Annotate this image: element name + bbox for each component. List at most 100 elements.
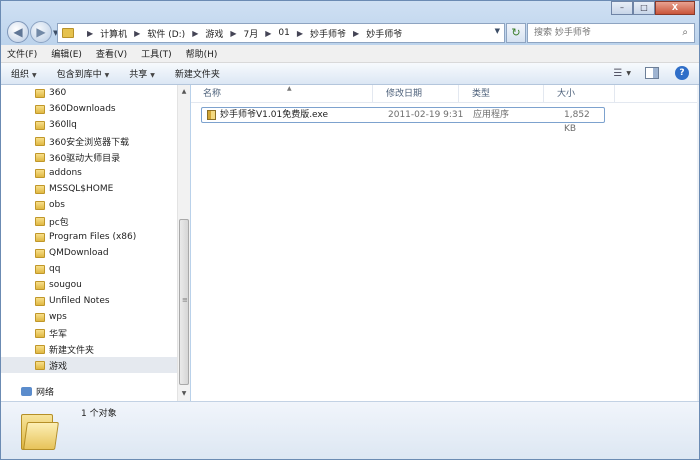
address-bar[interactable]: ▶ 计算机 ▶ 软件 (D:) ▶ 游戏 ▶ 7月 ▶ 01 ▶ 妙手师爷 ▶ …	[57, 23, 505, 43]
chevron-right-icon[interactable]: ▶	[134, 29, 140, 38]
scroll-up-icon[interactable]: ▲	[178, 85, 190, 99]
share-button[interactable]: 共享 ▼	[129, 67, 155, 80]
chevron-right-icon[interactable]: ▶	[265, 29, 271, 38]
breadcrumb-item[interactable]: 妙手师爷	[366, 27, 402, 40]
search-input[interactable]	[528, 24, 668, 42]
breadcrumb-item[interactable]: 游戏	[205, 27, 223, 40]
sidebar-item[interactable]: MSSQL$HOME	[1, 181, 177, 197]
file-row[interactable]: 妙手师爷V1.01免费版.exe 2011-02-19 9:31 应用程序 1,…	[201, 107, 605, 134]
sidebar-item[interactable]: 360	[1, 85, 177, 101]
column-header-type[interactable]: 类型	[460, 85, 544, 103]
column-header-date[interactable]: 修改日期	[374, 85, 459, 103]
column-header-size[interactable]: 大小	[545, 85, 615, 103]
breadcrumb-item[interactable]: 01	[278, 28, 289, 38]
sidebar-item[interactable]: 新建文件夹	[1, 341, 177, 357]
folder-icon	[35, 152, 45, 162]
chevron-down-icon: ▼	[32, 72, 37, 79]
folder-icon	[35, 120, 45, 130]
sidebar-item[interactable]: 360Downloads	[1, 101, 177, 117]
new-folder-button[interactable]: 新建文件夹	[175, 67, 220, 80]
breadcrumb-item[interactable]: 软件 (D:)	[147, 27, 185, 40]
sidebar-item[interactable]: Unfiled Notes	[1, 293, 177, 309]
sidebar-item-label: 360llq	[49, 120, 77, 130]
navigation-scrollbar[interactable]: ▲ ≡ ▼	[177, 85, 190, 401]
sidebar-item[interactable]: Program Files (x86)	[1, 229, 177, 245]
view-options-dropdown[interactable]: ▼	[626, 70, 631, 77]
forward-button[interactable]: ▶	[30, 21, 52, 43]
item-count: 1 个对象	[81, 409, 117, 419]
sidebar-item[interactable]: qq	[1, 261, 177, 277]
sidebar-item[interactable]: 360驱动大师目录	[1, 149, 177, 165]
chevron-right-icon[interactable]: ▶	[297, 29, 303, 38]
breadcrumb-item[interactable]: 妙手师爷	[310, 27, 346, 40]
sidebar-item[interactable]: QMDownload	[1, 245, 177, 261]
maximize-button[interactable]: □	[633, 1, 655, 15]
sidebar-item-label: pc包	[49, 217, 69, 228]
folder-tree: 360 360Downloads 360llq 360安全浏览器下载 360驱动…	[1, 85, 177, 399]
folder-icon	[62, 28, 74, 38]
breadcrumb-item[interactable]: 7月	[244, 27, 259, 40]
sidebar-item[interactable]: sougou	[1, 277, 177, 293]
search-box[interactable]: ⌕	[527, 23, 695, 43]
sidebar-item[interactable]: wps	[1, 309, 177, 325]
sidebar-item-label: addons	[49, 168, 82, 178]
folder-icon	[35, 328, 45, 338]
change-view-icon[interactable]: ☰	[613, 68, 622, 79]
back-button[interactable]: ◀	[7, 21, 29, 43]
folder-icon	[35, 168, 45, 178]
close-button[interactable]: X	[655, 1, 695, 15]
sidebar-item[interactable]: obs	[1, 197, 177, 213]
explorer-window: – □ X ◀ ▶ ▼ ▶ 计算机 ▶ 软件 (D:) ▶ 游戏 ▶ 7月 ▶ …	[0, 0, 700, 460]
scrollbar-thumb[interactable]: ≡	[179, 219, 189, 385]
forward-arrow-icon: ▶	[36, 25, 46, 39]
menu-file[interactable]: 文件(F)	[7, 47, 37, 60]
chevron-right-icon[interactable]: ▶	[353, 29, 359, 38]
column-header-row: 名称 ▲ 修改日期 类型 大小	[191, 85, 699, 103]
folder-icon	[35, 88, 45, 98]
sidebar-item[interactable]: pc包	[1, 213, 177, 229]
menu-help[interactable]: 帮助(H)	[186, 47, 218, 60]
title-address-bar: – □ X ◀ ▶ ▼ ▶ 计算机 ▶ 软件 (D:) ▶ 游戏 ▶ 7月 ▶ …	[1, 1, 699, 45]
menu-view[interactable]: 查看(V)	[96, 47, 127, 60]
address-history-dropdown[interactable]: ▼	[495, 27, 500, 35]
folder-icon	[35, 248, 45, 258]
chevron-right-icon[interactable]: ▶	[87, 29, 93, 38]
minimize-button[interactable]: –	[611, 1, 633, 15]
menu-edit[interactable]: 编辑(E)	[51, 47, 82, 60]
sidebar-item[interactable]: 360安全浏览器下载	[1, 133, 177, 149]
breadcrumb: ▶ 计算机 ▶ 软件 (D:) ▶ 游戏 ▶ 7月 ▶ 01 ▶ 妙手师爷 ▶ …	[80, 27, 402, 40]
back-arrow-icon: ◀	[13, 25, 23, 39]
menu-tools[interactable]: 工具(T)	[141, 47, 172, 60]
sidebar-item[interactable]: 360llq	[1, 117, 177, 133]
sidebar-item-network[interactable]: 网络	[1, 383, 177, 399]
file-type: 应用程序	[473, 110, 510, 120]
sidebar-item[interactable]: 华军	[1, 325, 177, 341]
help-icon[interactable]: ?	[675, 66, 689, 80]
include-in-library-button[interactable]: 包含到库中 ▼	[57, 67, 110, 80]
folder-icon	[35, 136, 45, 146]
column-header-name[interactable]: 名称	[191, 85, 373, 103]
sidebar-item-label: 游戏	[49, 361, 68, 372]
refresh-button[interactable]: ↻	[506, 23, 526, 43]
search-icon[interactable]: ⌕	[682, 27, 688, 38]
breadcrumb-item[interactable]: 计算机	[100, 27, 127, 40]
folder-icon	[35, 232, 45, 242]
sidebar-item[interactable]: addons	[1, 165, 177, 181]
chevron-right-icon[interactable]: ▶	[192, 29, 198, 38]
sidebar-item-selected[interactable]: 游戏	[1, 357, 177, 373]
folder-icon	[35, 296, 45, 306]
view-controls: ☰ ▼ ?	[613, 66, 689, 80]
sort-ascending-icon: ▲	[287, 85, 292, 92]
preview-pane-icon[interactable]	[645, 67, 659, 79]
folder-icon	[35, 264, 45, 274]
scroll-down-icon[interactable]: ▼	[178, 387, 190, 401]
folder-front-shape	[23, 422, 59, 450]
navigation-pane: 360 360Downloads 360llq 360安全浏览器下载 360驱动…	[1, 85, 190, 401]
folder-icon	[35, 312, 45, 322]
chevron-right-icon[interactable]: ▶	[230, 29, 236, 38]
organize-button[interactable]: 组织 ▼	[11, 67, 37, 80]
details-pane: 1 个对象	[1, 401, 699, 459]
sidebar-item-label: 新建文件夹	[49, 345, 95, 356]
share-label: 共享	[129, 70, 148, 80]
sidebar-item-label: obs	[49, 200, 65, 210]
